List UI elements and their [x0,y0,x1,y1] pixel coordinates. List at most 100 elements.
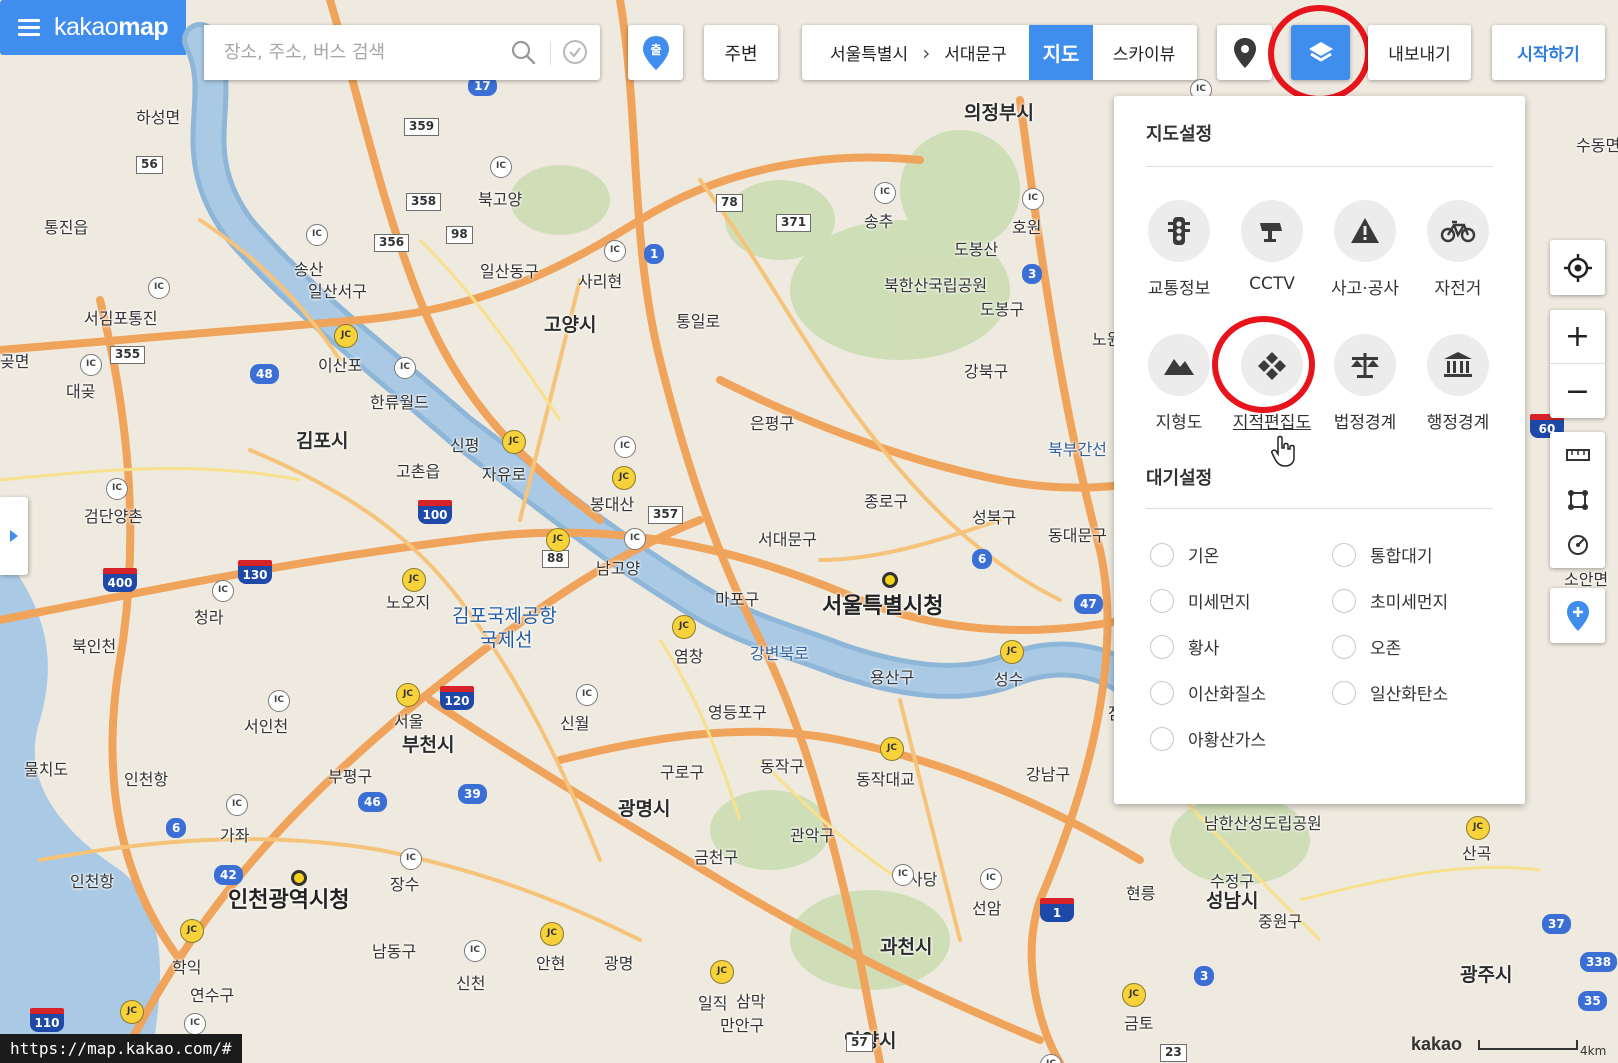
add-place-button[interactable] [1550,588,1605,643]
air-option-co[interactable]: 일산화탄소 [1332,680,1448,705]
side-panel-toggle[interactable] [0,497,28,575]
ruler-button[interactable] [1550,432,1605,477]
map-label-road: 강변북로 [750,644,809,663]
search-icon[interactable] [510,39,536,65]
breadcrumb-district[interactable]: 서대문구 [944,40,1010,65]
search-box [204,25,600,80]
expressway-shield: 130 [238,560,272,584]
map-label-area: 산곡 [1462,844,1492,863]
expressway-shield: 120 [440,686,474,710]
map-label-area: 금토 [1124,1014,1154,1033]
layer-admin-boundary[interactable]: 행정경계 [1411,334,1505,433]
layer-traffic[interactable]: 교통정보 [1132,200,1226,299]
breadcrumb: 서울특별시 › 서대문구 지도 스카이뷰 [802,25,1197,80]
map-label-port: 인천항 [70,872,115,891]
air-option-no2[interactable]: 이산화질소 [1150,680,1266,705]
air-option-temperature[interactable]: 기온 [1150,542,1219,567]
panel-divider [1146,166,1493,167]
map-label-area: 부평구 [328,767,373,786]
route-number-sign: 98 [446,226,473,244]
map-label-area: 강남구 [1026,765,1071,784]
map-label-area: 도봉구 [980,300,1025,319]
radius-measure-button[interactable] [1550,522,1605,567]
route-number-sign: 88 [542,550,569,568]
junction-marker: JC [672,615,696,639]
map-label-city: 의정부시 [964,102,1034,124]
nearby-button[interactable]: 주변 [704,25,778,80]
layer-accident[interactable]: 사고·공사 [1318,200,1412,299]
map-label-area: 청라 [194,608,224,627]
layer-label: 교통정보 [1147,279,1211,299]
nearby-label: 주변 [724,43,758,65]
hand-cursor-icon [1271,435,1295,467]
location-pin-button[interactable] [1217,25,1272,80]
national-route-sign: 6 [972,549,993,569]
chevron-right-icon: › [922,40,931,65]
breadcrumb-city[interactable]: 서울특별시 [830,40,908,65]
layer-terrain[interactable]: 지형도 [1132,334,1226,433]
zoom-in-button[interactable]: + [1550,310,1605,364]
air-option-pm25[interactable]: 초미세먼지 [1332,588,1448,613]
kakao-watermark: kakao [1411,1034,1463,1054]
map-label-area: 이산포 [318,356,363,375]
air-option-integrated[interactable]: 통합대기 [1332,542,1433,567]
interchange-marker: IC [226,794,248,816]
map-pin-icon [1233,37,1256,68]
layer-bicycle[interactable]: 자전거 [1411,200,1505,299]
map-type-button[interactable]: 지도 [1029,25,1093,80]
origin-button[interactable]: 출 [628,25,683,80]
route-number-sign: 357 [648,506,684,524]
air-option-pm10[interactable]: 미세먼지 [1150,588,1251,613]
map-label-area: 사리현 [578,272,623,291]
expressway-shield: 110 [30,1008,64,1032]
layer-label: CCTV [1249,274,1295,294]
area-measure-button[interactable] [1550,477,1605,522]
city-hall-marker [291,870,307,886]
map-label-area: 통진읍 [44,218,89,237]
national-route-sign: 338 [1580,952,1618,972]
map-label-area: 서인천 [244,717,289,736]
skyview-button[interactable]: 스카이뷰 [1093,25,1195,80]
map-label-area: 성수 [994,670,1024,689]
interchange-marker: IC [614,436,636,458]
radio-icon [1332,680,1356,705]
map-label-city: 광주시 [1460,964,1513,986]
zoom-out-button[interactable]: − [1550,364,1605,418]
check-circle-icon[interactable] [561,38,589,66]
radio-icon [1332,588,1356,613]
panel-divider [1146,508,1493,509]
map-label-area: 관악구 [790,826,835,845]
interchange-marker: IC [80,354,102,376]
interchange-marker: IC [400,848,422,870]
hamburger-menu-icon[interactable] [18,18,40,37]
junction-marker: JC [540,922,564,946]
layer-label: 법정경계 [1333,413,1397,433]
air-option-so2[interactable]: 아황산가스 [1150,726,1266,751]
layer-legal-boundary[interactable]: 법정경계 [1318,334,1412,433]
map-label-city: 서울특별시청 [822,594,944,619]
map-label-area: 동대문구 [1048,526,1107,545]
national-route-sign: 35 [1578,991,1607,1011]
map-label-area: 봉대산 [590,495,635,514]
map-label-road: 북부간선 [1048,440,1107,459]
layer-label: 자전거 [1434,279,1482,299]
map-label-area: 신평 [450,436,480,455]
map-label-area: 용산구 [870,668,915,687]
map-label-area: 안현 [536,954,566,973]
search-input[interactable] [204,32,494,73]
junction-marker: JC [880,737,904,761]
map-label-area: 자유로 [482,465,527,484]
air-option-yellow-dust[interactable]: 황사 [1150,634,1219,659]
map-label-port: 인천항 [124,770,169,789]
current-location-button[interactable] [1550,240,1605,295]
map-label-city: 광명시 [618,798,671,820]
national-route-sign: 37 [1542,914,1571,934]
layer-cctv[interactable]: CCTV [1225,200,1319,294]
radio-icon [1150,634,1174,659]
start-button[interactable]: 시작하기 [1492,25,1605,80]
export-button[interactable]: 내보내기 [1368,25,1471,80]
route-number-sign: 358 [406,193,442,211]
junction-marker: JC [396,683,420,707]
junction-marker: JC [402,568,426,592]
air-option-ozone[interactable]: 오존 [1332,634,1401,659]
